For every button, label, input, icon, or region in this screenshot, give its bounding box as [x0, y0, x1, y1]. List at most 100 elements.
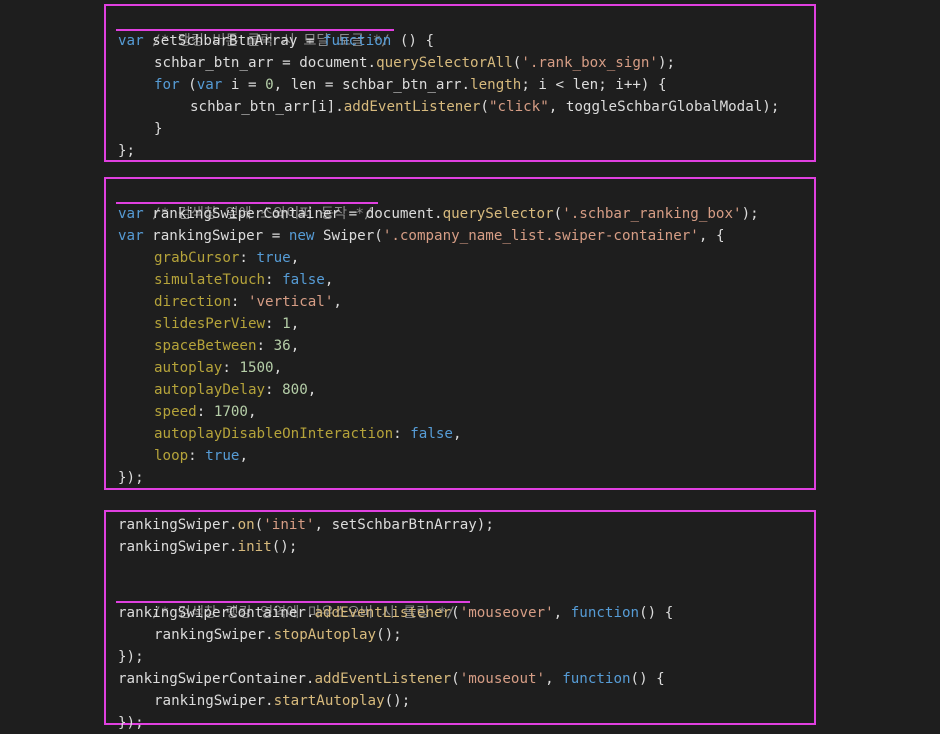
option-value: 1500 — [239, 360, 274, 376]
code-text: schbar_btn_arr = document. — [154, 55, 377, 71]
code-line-option: autoplayDisableOnInteraction: false, — [118, 423, 814, 445]
option-comma: , — [239, 448, 248, 464]
code-text: i = — [222, 77, 266, 93]
keyword: function — [562, 671, 631, 687]
option-colon: : — [265, 316, 283, 332]
code-text: , — [545, 671, 563, 687]
code-text: rankingSwiper = — [143, 228, 289, 244]
option-comma: , — [247, 404, 257, 420]
option-comma: , — [452, 426, 462, 442]
string-literal: '.rank_box_sign' — [521, 55, 658, 71]
string-literal: '.schbar_ranking_box' — [562, 206, 742, 222]
code-block-swiper-init: /* 검색창 옆에 스와이퍼 동작 */ var rankingSwiperCo… — [104, 177, 816, 490]
option-colon: : — [265, 382, 283, 398]
keyword: function — [323, 33, 392, 49]
option-value: false — [282, 272, 325, 288]
code-text: rankingSwiper. — [154, 627, 274, 643]
code-line-comment: /* 랭킹 버튼 클릭 시 모달 토글 */ — [116, 8, 814, 49]
code-text: ( — [254, 517, 264, 533]
method-name: init — [237, 539, 272, 555]
code-text: rankingSwiperContainer = document. — [143, 206, 443, 222]
option-value: 1 — [282, 316, 291, 332]
keyword: for — [154, 77, 180, 93]
code-line-comment: /* 검색창 랭킹 영역에 마우스오버 시 롤링 */ — [116, 580, 814, 621]
code-line-option: autoplay: 1500, — [118, 357, 814, 379]
code-text: Swiper( — [314, 228, 383, 244]
code-block-swiper-events: rankingSwiper.on('init', setSchbarBtnArr… — [104, 510, 816, 731]
option-colon: : — [188, 448, 206, 464]
method-name: addEventListener — [343, 99, 481, 115]
method-name: on — [237, 517, 255, 533]
code-text: ( — [451, 605, 460, 621]
option-value: false — [410, 426, 453, 442]
option-value: 800 — [282, 382, 308, 398]
code-text: ( — [179, 77, 197, 93]
code-line-comment: /* 검색창 옆에 스와이퍼 동작 */ — [116, 181, 814, 222]
code-text: ); — [741, 206, 759, 222]
code-text: , setSchbarBtnArray); — [314, 517, 494, 533]
code-line: var rankingSwiper = new Swiper('.company… — [118, 225, 814, 247]
code-text: ( — [480, 99, 489, 115]
option-key: slidesPerView — [154, 316, 266, 332]
swiper-options-list: grabCursor: true, simulateTouch: false, di… — [118, 247, 814, 467]
option-comma: , — [307, 382, 317, 398]
code-line: }; — [118, 140, 814, 162]
option-colon: : — [230, 294, 248, 310]
option-key: simulateTouch — [154, 272, 266, 288]
code-text: }; — [118, 143, 136, 159]
option-comma: , — [290, 250, 300, 266]
code-line-option: simulateTouch: false, — [118, 269, 814, 291]
code-text: () { — [630, 671, 665, 687]
code-line-option: grabCursor: true, — [118, 247, 814, 269]
option-colon: : — [239, 250, 257, 266]
string-literal: "click" — [488, 99, 549, 115]
code-line: rankingSwiper.startAutoplay(); — [118, 690, 814, 712]
code-text: ( — [451, 671, 460, 687]
option-colon: : — [256, 338, 274, 354]
number-literal: 0 — [265, 77, 274, 93]
option-value: true — [205, 448, 240, 464]
option-colon: : — [222, 360, 240, 376]
code-text: rankingSwiper. — [154, 693, 274, 709]
code-text: , — [553, 605, 571, 621]
code-text: }); — [118, 649, 144, 665]
method-name: querySelectorAll — [376, 55, 513, 71]
string-literal: 'mouseover' — [459, 605, 554, 621]
code-line: rankingSwiper.on('init', setSchbarBtnArr… — [118, 514, 814, 536]
code-line: } — [118, 118, 814, 140]
code-block-modal-toggle: /* 랭킹 버튼 클릭 시 모달 토글 */ var setSchbarBtnA… — [104, 4, 816, 162]
code-line: for (var i = 0, len = schbar_btn_arr.len… — [118, 74, 814, 96]
method-name: startAutoplay — [273, 693, 385, 709]
code-text: ); — [657, 55, 676, 71]
option-key: autoplay — [154, 360, 223, 376]
code-line: }); — [118, 646, 814, 668]
keyword: new — [288, 228, 315, 244]
string-literal: 'init' — [263, 517, 315, 533]
keyword: var — [118, 206, 144, 222]
option-key: loop — [154, 448, 189, 464]
code-text: rankingSwiper. — [118, 517, 238, 533]
code-text: }); — [118, 470, 144, 486]
keyword: var — [196, 77, 223, 93]
option-comma: , — [290, 316, 300, 332]
code-text: ; i < len; i++) { — [521, 77, 667, 93]
code-line: rankingSwiper.init(); — [118, 536, 814, 558]
code-text: (); — [376, 627, 402, 643]
option-value: true — [256, 250, 291, 266]
code-text: () { — [391, 33, 435, 49]
code-line: }); — [118, 467, 814, 489]
code-line-option: slidesPerView: 1, — [118, 313, 814, 335]
option-key: grabCursor — [154, 250, 240, 266]
option-colon: : — [196, 404, 214, 420]
method-name: querySelector — [442, 206, 554, 222]
string-literal: 'mouseout' — [459, 671, 546, 687]
option-key: autoplayDisableOnInteraction — [154, 426, 394, 442]
option-colon: : — [265, 272, 283, 288]
method-name: addEventListener — [314, 605, 452, 621]
code-text: setSchbarBtnArray = — [143, 33, 323, 49]
code-text: , toggleSchbarGlobalModal); — [548, 99, 780, 115]
option-key: speed — [154, 404, 197, 420]
option-key: autoplayDelay — [154, 382, 266, 398]
keyword: function — [570, 605, 640, 621]
